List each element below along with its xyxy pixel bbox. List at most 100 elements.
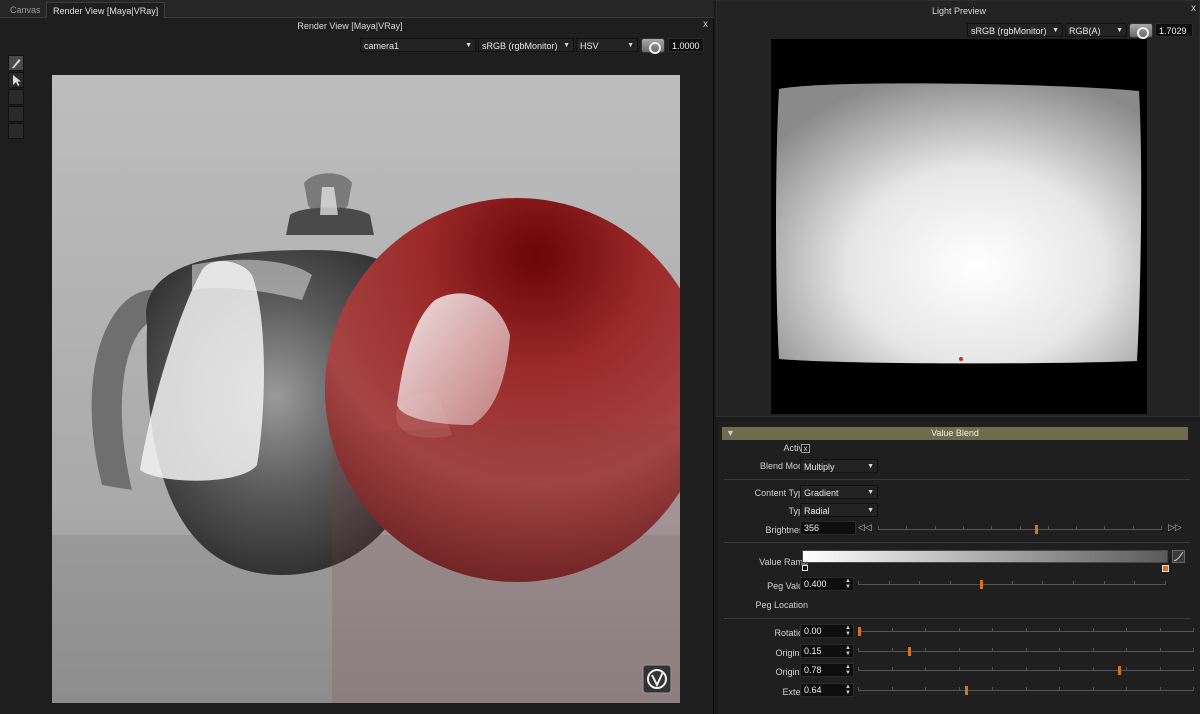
extent-text: 0.64 bbox=[804, 685, 822, 695]
rewind-icon[interactable]: ◁◁ bbox=[858, 522, 872, 533]
brush-tool-icon[interactable] bbox=[8, 55, 24, 71]
slider-tick bbox=[892, 687, 893, 690]
value-blend-panel: ▼ Value Blend Active x Blend Mode Multip… bbox=[718, 422, 1200, 714]
origin-y-field[interactable]: 0.78 ▲ ▼ bbox=[800, 663, 854, 677]
slider-tick bbox=[1026, 667, 1027, 670]
slider-tick bbox=[1020, 526, 1021, 529]
render-exposure-field[interactable]: 1.0000 bbox=[668, 38, 704, 52]
active-checkbox[interactable]: x bbox=[801, 444, 810, 453]
light-preview-title: Light Preview bbox=[931, 6, 987, 16]
slider-thumb[interactable] bbox=[980, 580, 983, 589]
slider-tick bbox=[959, 687, 960, 690]
divider bbox=[724, 618, 1190, 619]
ramp-curve-icon[interactable] bbox=[1172, 550, 1185, 563]
light-preview-panel: Light Preview x sRGB (rgbMonitor) ▼ RGB(A… bbox=[716, 0, 1200, 417]
spinner-arrows-icon[interactable]: ▲ ▼ bbox=[845, 664, 851, 676]
preview-exposure-button[interactable] bbox=[1129, 23, 1153, 39]
peg-value-field[interactable]: 0.400 ▲ ▼ bbox=[800, 577, 854, 591]
peg-location-label: Peg Location bbox=[755, 600, 808, 610]
slider-thumb[interactable] bbox=[1035, 525, 1038, 534]
collapse-triangle-icon[interactable]: ▼ bbox=[726, 427, 735, 440]
tab-render-view[interactable]: Render View [Maya|VRay] bbox=[46, 2, 166, 18]
camera-select[interactable]: camera1 ▼ bbox=[360, 38, 476, 52]
tab-canvas[interactable]: Canvas bbox=[4, 2, 47, 18]
extent-field[interactable]: 0.64 ▲ ▼ bbox=[800, 683, 854, 697]
brightness-slider[interactable] bbox=[878, 525, 1162, 534]
slider-tick bbox=[1193, 667, 1194, 670]
render-channel-select[interactable]: HSV ▼ bbox=[576, 38, 638, 52]
spinner-arrows-icon[interactable]: ▲ ▼ bbox=[845, 625, 851, 637]
origin-y-slider[interactable] bbox=[858, 666, 1194, 675]
slider-tick bbox=[992, 687, 993, 690]
type-label: Type bbox=[788, 506, 808, 516]
tool-slot-5[interactable] bbox=[8, 123, 24, 139]
slider-thumb[interactable] bbox=[908, 647, 911, 656]
slider-tick bbox=[1160, 628, 1161, 631]
type-select[interactable]: Radial ▼ bbox=[800, 503, 878, 517]
content-type-select[interactable]: Gradient ▼ bbox=[800, 485, 878, 499]
rotation-slider[interactable] bbox=[858, 627, 1194, 636]
select-tool-icon[interactable] bbox=[8, 72, 24, 88]
divider bbox=[724, 479, 1190, 480]
slider-tick bbox=[1059, 667, 1060, 670]
ramp-peg-end[interactable] bbox=[1162, 565, 1169, 572]
slider-tick bbox=[1059, 648, 1060, 651]
slider-tick bbox=[1160, 667, 1161, 670]
tool-slot-4[interactable] bbox=[8, 106, 24, 122]
slider-tick bbox=[935, 526, 936, 529]
preview-exposure-field[interactable]: 1.7029 bbox=[1155, 23, 1193, 37]
slider-tick bbox=[1134, 581, 1135, 584]
slider-tick bbox=[925, 648, 926, 651]
slider-thumb[interactable] bbox=[1118, 666, 1121, 675]
divider bbox=[724, 542, 1190, 543]
slider-tick bbox=[1193, 687, 1194, 690]
slider-tick bbox=[1048, 526, 1049, 529]
chevron-down-icon: ▼ bbox=[867, 507, 874, 514]
preview-colorspace-value: sRGB (rgbMonitor) bbox=[971, 26, 1047, 36]
slider-tick bbox=[1059, 687, 1060, 690]
slider-tick bbox=[1093, 628, 1094, 631]
render-view-close-icon[interactable]: x bbox=[703, 19, 708, 30]
slider-tick bbox=[1165, 581, 1166, 584]
slider-thumb[interactable] bbox=[965, 686, 968, 695]
peg-value-slider[interactable] bbox=[858, 580, 1166, 589]
slider-tick bbox=[963, 526, 964, 529]
extent-slider[interactable] bbox=[858, 686, 1194, 695]
brightness-label: Brightness bbox=[765, 525, 808, 535]
spinner-arrows-icon[interactable]: ▲ ▼ bbox=[845, 684, 851, 696]
tool-slot-3[interactable] bbox=[8, 89, 24, 105]
slider-tick bbox=[1026, 687, 1027, 690]
content-type-label: Content Type bbox=[754, 488, 808, 498]
slider-tick bbox=[1012, 581, 1013, 584]
slider-tick bbox=[925, 667, 926, 670]
slider-tick bbox=[1161, 526, 1162, 529]
spinner-arrows-icon[interactable]: ▲ ▼ bbox=[845, 645, 851, 657]
slider-tick bbox=[959, 628, 960, 631]
tab-bar: Canvas Render View [Maya|VRay] bbox=[0, 0, 714, 18]
chevron-down-icon: ▼ bbox=[563, 42, 570, 49]
ramp-peg-start[interactable] bbox=[802, 565, 808, 571]
value-blend-header[interactable]: ▼ Value Blend bbox=[722, 427, 1188, 440]
origin-x-slider[interactable] bbox=[858, 647, 1194, 656]
light-preview-close-icon[interactable]: x bbox=[1191, 3, 1196, 14]
origin-y-text: 0.78 bbox=[804, 665, 822, 675]
spinner-arrows-icon[interactable]: ▲ ▼ bbox=[845, 578, 851, 590]
brightness-field[interactable]: 356 bbox=[800, 521, 856, 535]
slider-tick bbox=[906, 526, 907, 529]
slider-tick bbox=[892, 667, 893, 670]
slider-tick bbox=[1126, 628, 1127, 631]
slider-thumb[interactable] bbox=[858, 627, 861, 636]
light-preview-image[interactable] bbox=[771, 39, 1147, 414]
render-exposure-button[interactable] bbox=[641, 38, 665, 54]
preview-channel-select[interactable]: RGB(A) ▼ bbox=[1065, 23, 1127, 37]
fast-forward-icon[interactable]: ▷▷ bbox=[1168, 522, 1182, 533]
origin-x-field[interactable]: 0.15 ▲ ▼ bbox=[800, 644, 854, 658]
slider-tick bbox=[925, 687, 926, 690]
rotation-field[interactable]: 0.00 ▲ ▼ bbox=[800, 624, 854, 638]
render-colorspace-select[interactable]: sRGB (rgbMonitor) ▼ bbox=[478, 38, 574, 52]
blend-mode-select[interactable]: Multiply ▼ bbox=[800, 459, 878, 473]
value-ramp-gradient[interactable] bbox=[802, 550, 1168, 563]
preview-colorspace-select[interactable]: sRGB (rgbMonitor) ▼ bbox=[967, 23, 1063, 37]
render-image[interactable] bbox=[52, 75, 680, 703]
origin-x-text: 0.15 bbox=[804, 646, 822, 656]
